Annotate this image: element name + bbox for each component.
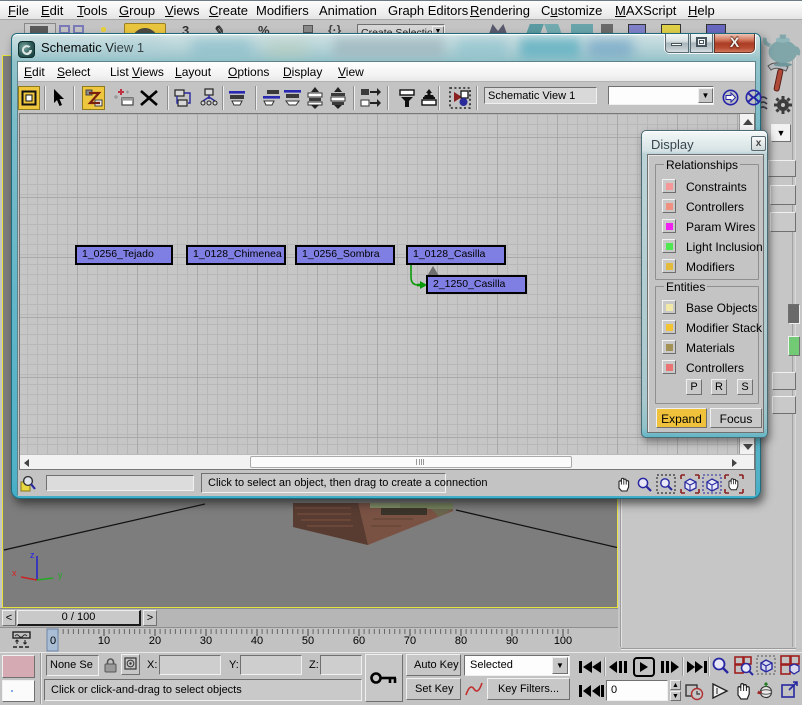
- svg-text:x: x: [12, 568, 17, 578]
- svg-text:y: y: [58, 570, 63, 580]
- svg-text:20: 20: [149, 635, 161, 647]
- svg-text:60: 60: [353, 635, 365, 647]
- svg-text:70: 70: [404, 635, 416, 647]
- svg-text:30: 30: [200, 635, 212, 647]
- svg-text:z: z: [30, 550, 35, 560]
- svg-text:10: 10: [98, 635, 110, 647]
- svg-text:90: 90: [506, 635, 518, 647]
- svg-text:0: 0: [50, 635, 56, 647]
- svg-text:40: 40: [251, 635, 263, 647]
- svg-text:50: 50: [302, 635, 314, 647]
- svg-text:100: 100: [554, 635, 572, 647]
- svg-text:80: 80: [455, 635, 467, 647]
